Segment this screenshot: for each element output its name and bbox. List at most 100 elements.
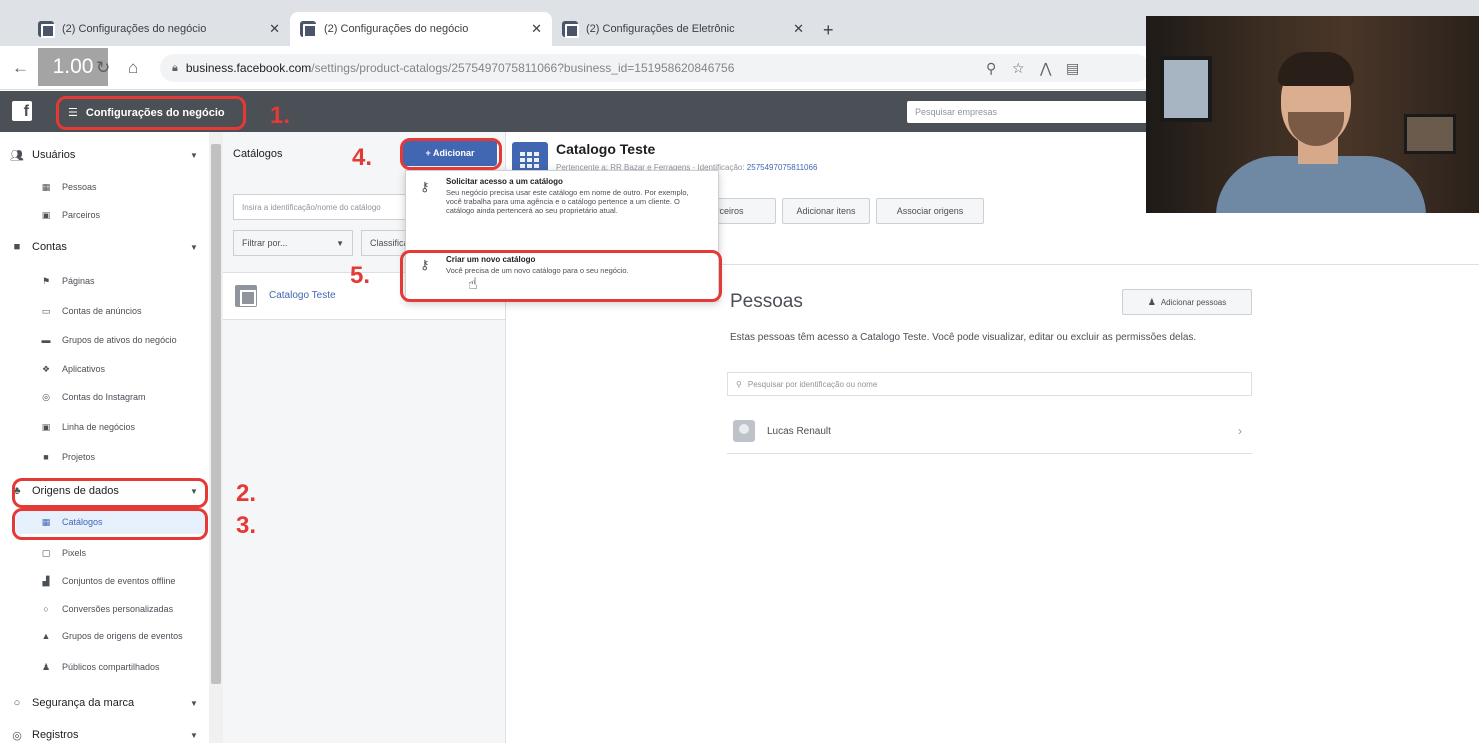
tab-label: (2) Configurações do negócio: [62, 23, 207, 35]
event-groups-icon: ▲: [41, 630, 51, 641]
apps-icon: ❖: [41, 363, 51, 374]
projects-icon: ■: [43, 451, 49, 462]
lock-icon: 🔒︎: [172, 61, 178, 74]
connect-sources-button[interactable]: Associar origens: [876, 198, 984, 224]
catalog-panel-title: Catálogos: [233, 148, 283, 160]
caret-down-icon: ▼: [190, 242, 198, 252]
sidebar-section-label: Usuários: [32, 149, 76, 161]
sidebar-section-accounts[interactable]: ■ Contas ▼: [10, 236, 198, 258]
presenter-hair: [1278, 52, 1354, 86]
search-icon: ⚲: [736, 379, 742, 389]
sidebar-item-apps[interactable]: ❖ Aplicativos: [40, 362, 205, 376]
sidebar-section-brand-safety[interactable]: ○ Segurança da marca ▼: [10, 692, 198, 714]
annotation-step-5: 5.: [350, 262, 371, 289]
sidebar-item-pixels[interactable]: ▢ Pixels: [40, 546, 205, 560]
sidebar-item-offline-events[interactable]: ▟ Conjuntos de eventos offline: [40, 574, 205, 588]
sidebar-item-event-source-groups[interactable]: ▲ Grupos de origens de eventos: [40, 624, 205, 648]
offline-events-icon: ▟: [42, 575, 50, 586]
tab-favicon-icon: [562, 21, 579, 38]
sidebar-item-label: Contas do Instagram: [62, 391, 146, 402]
wall-picture: [1160, 56, 1212, 122]
sidebar-item-shared-audiences[interactable]: ♟ Públicos compartilhados: [40, 660, 205, 674]
tab-close-icon[interactable]: ✕: [531, 21, 542, 37]
tab-close-icon[interactable]: ✕: [793, 21, 804, 37]
sidebar-item-label: Páginas: [62, 275, 95, 286]
zoom-icon[interactable]: ⚲: [986, 60, 996, 77]
add-items-button[interactable]: Adicionar itens: [782, 198, 870, 224]
tab-favicon-icon: [38, 21, 55, 38]
sidebar-item-ad-accounts[interactable]: ▭ Contas de anúncios: [40, 304, 205, 318]
add-person-icon: ♟: [1147, 296, 1156, 307]
sidebar-item-pages[interactable]: ⚑ Páginas: [40, 274, 205, 288]
sidebar-scrollbar[interactable]: [209, 132, 223, 743]
sidebar-item-business-line[interactable]: ▣ Linha de negócios: [40, 420, 205, 434]
sidebar-item-label: Públicos compartilhados: [62, 661, 160, 672]
audience-icon: ♟: [41, 661, 51, 672]
business-line-icon: ▣: [41, 421, 51, 432]
new-tab-button[interactable]: +: [823, 20, 834, 41]
annotation-step-4: 4.: [352, 144, 373, 171]
ad-account-icon: ▭: [41, 305, 51, 316]
chevron-right-icon: ›: [1238, 424, 1242, 438]
annotation-ring-3: [12, 508, 208, 540]
sidebar-item-asset-groups[interactable]: ▬ Grupos de ativos do negócio: [40, 328, 205, 352]
sidebar-item-custom-conversions[interactable]: ○ Conversões personalizadas: [40, 602, 205, 616]
back-icon[interactable]: ←: [12, 58, 29, 78]
registrations-icon: ◎: [12, 729, 22, 742]
extension-icon[interactable]: ⋀: [1040, 60, 1051, 77]
facebook-logo-icon[interactable]: f: [12, 101, 32, 121]
people-icon: ▦: [41, 181, 51, 192]
sidebar-item-partners[interactable]: ▣ Parceiros: [40, 208, 205, 222]
tab-favicon-icon: [300, 21, 317, 38]
tab-label: (2) Configurações de Eletrônic: [586, 23, 735, 35]
sidebar-item-instagram[interactable]: ◎ Contas do Instagram: [40, 390, 205, 404]
scrollbar-thumb[interactable]: [211, 144, 221, 684]
avatar: [733, 420, 755, 442]
people-section-title: Pessoas: [730, 291, 803, 312]
url-host: business.facebook.com: [185, 61, 312, 75]
accounts-icon: ■: [13, 241, 21, 253]
pixel-icon: ▢: [41, 547, 51, 558]
home-icon[interactable]: ⌂: [128, 58, 138, 78]
catalog-title: Catalogo Teste: [556, 141, 656, 157]
caret-down-icon: ▼: [190, 698, 198, 708]
tab-close-icon[interactable]: ✕: [269, 21, 280, 37]
sidebar-section-label: Contas: [32, 241, 67, 253]
filter-select-label: Filtrar por...: [242, 238, 288, 248]
annotation-ring-4: [400, 138, 502, 170]
key-icon: ⚷: [420, 179, 430, 194]
wall-picture: [1404, 114, 1456, 154]
sidebar-section-label: Segurança da marca: [32, 697, 135, 709]
filter-select[interactable]: Filtrar por... ▼: [233, 230, 353, 256]
option-title: Solicitar acesso a um catálogo: [446, 177, 563, 186]
browser-tab-2[interactable]: (2) Configurações do negócio ✕: [290, 12, 552, 46]
browser-tab-3[interactable]: (2) Configurações de Eletrônic ✕: [552, 12, 814, 46]
sidebar-item-label: Projetos: [62, 451, 96, 462]
caret-down-icon: ▼: [190, 150, 198, 160]
webcam-overlay: [1146, 16, 1479, 213]
url-path: /settings/product-catalogs/2575497075811…: [311, 61, 735, 75]
add-people-button[interactable]: ♟ Adicionar pessoas: [1122, 289, 1252, 315]
browser-tab-1[interactable]: (2) Configurações do negócio ✕: [28, 12, 290, 46]
reader-icon[interactable]: ▤: [1066, 60, 1079, 77]
sidebar-item-label: Grupos de origens de eventos: [62, 630, 183, 641]
request-catalog-access-option[interactable]: ⚷ Solicitar acesso a um catálogo Seu neg…: [406, 177, 718, 253]
url-field[interactable]: 🔒︎ business.facebook.com /settings/produ…: [160, 54, 1150, 82]
sidebar-item-label: Parceiros: [62, 209, 101, 220]
people-search-input[interactable]: ⚲ Pesquisar por identificação ou nome: [727, 372, 1252, 396]
person-row[interactable]: Lucas Renault ›: [727, 414, 1252, 454]
sidebar-item-label: Contas de anúncios: [62, 305, 142, 316]
sidebar-item-label: Conversões personalizadas: [62, 603, 174, 614]
sidebar-item-projects[interactable]: ■ Projetos: [40, 450, 205, 464]
annotation-step-2: 2.: [236, 480, 257, 507]
sidebar-section-users[interactable]: 👥︎ Usuários ▼: [10, 144, 198, 166]
flag-icon: ⚑: [41, 275, 51, 286]
tab-label: (2) Configurações do negócio: [324, 23, 469, 35]
sidebar-item-people[interactable]: ▦ Pessoas: [40, 180, 205, 194]
business-search-input[interactable]: Pesquisar empresas: [907, 101, 1147, 123]
sidebar-item-label: Aplicativos: [62, 363, 106, 374]
star-icon[interactable]: ☆: [1012, 60, 1025, 77]
option-description: Seu negócio precisa usar este catálogo e…: [446, 188, 689, 215]
sidebar-item-label: Conjuntos de eventos offline: [62, 575, 176, 586]
person-name: Lucas Renault: [767, 426, 831, 437]
